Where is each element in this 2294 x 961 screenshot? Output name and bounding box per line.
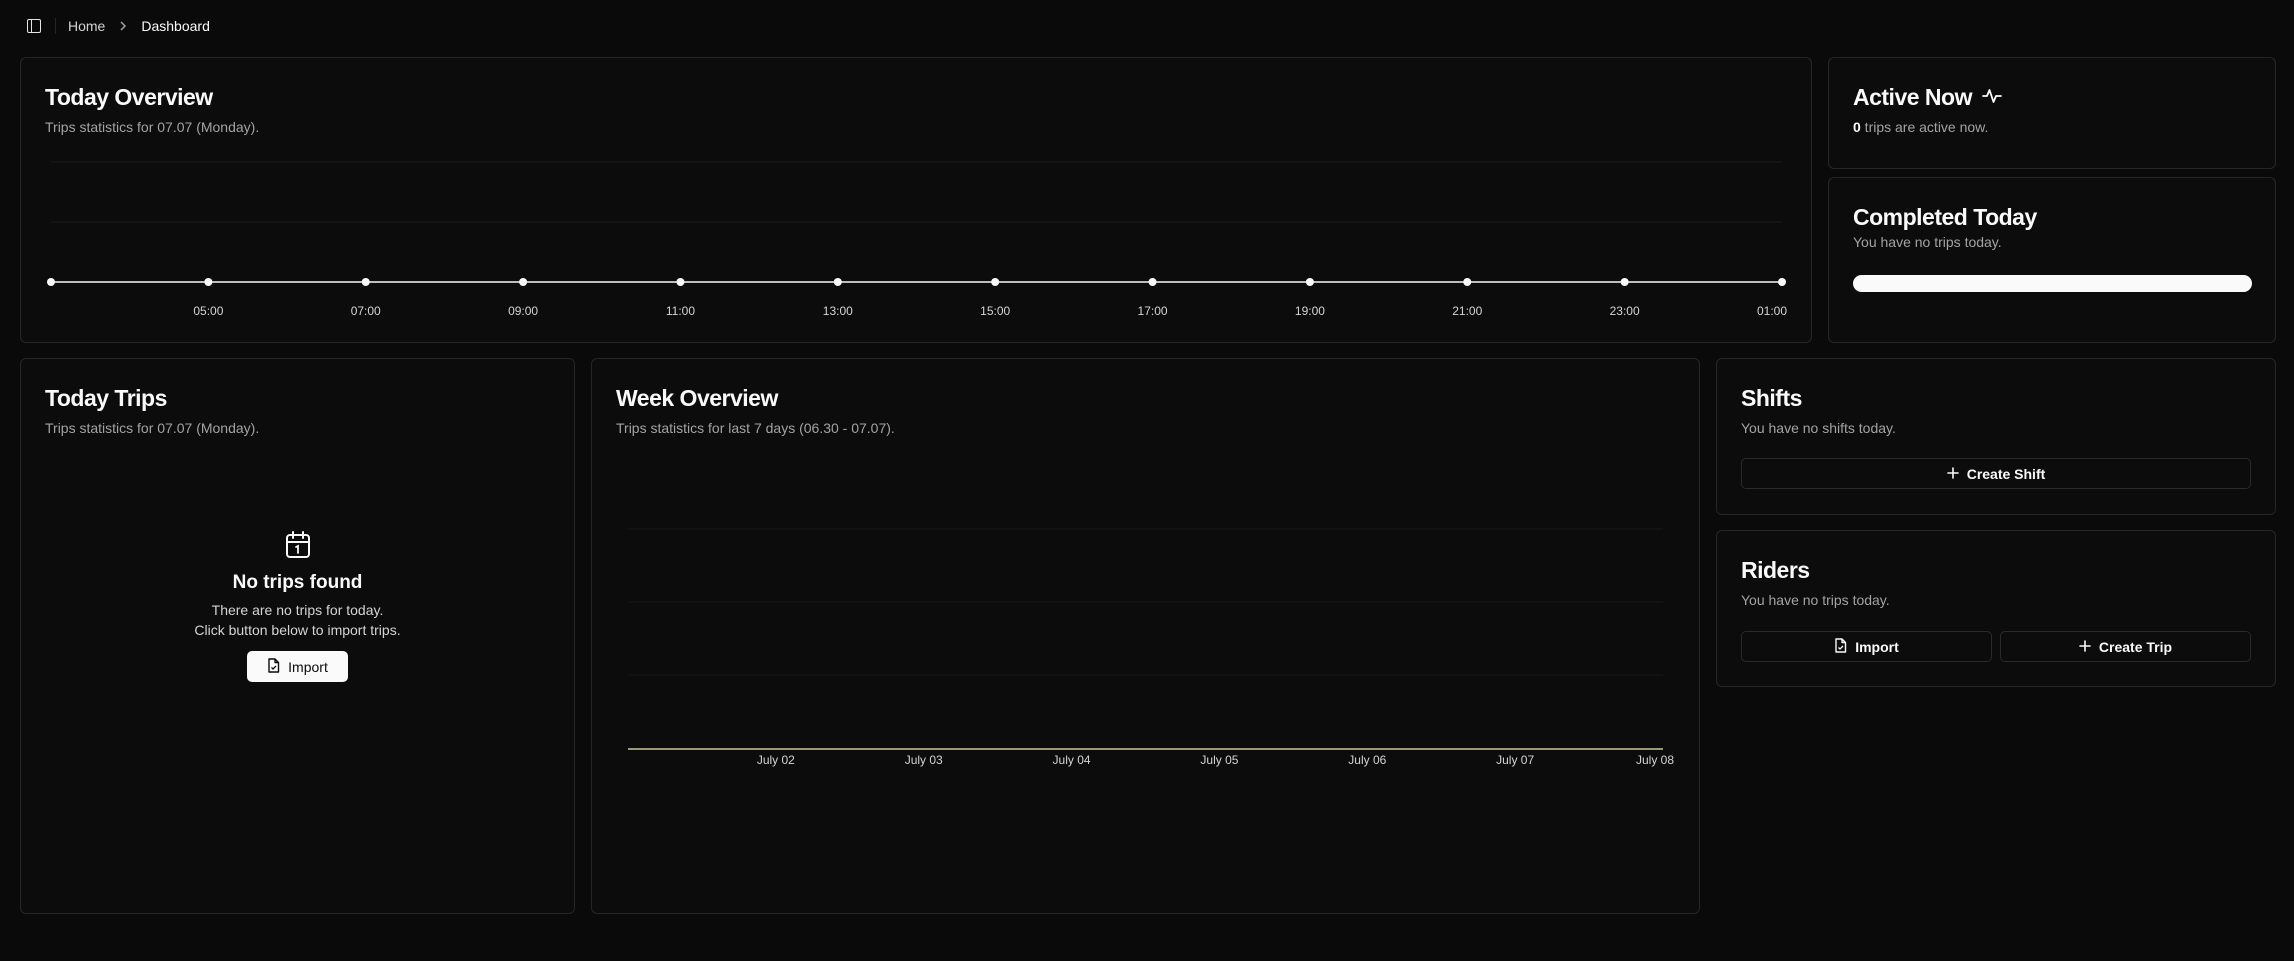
data-point bbox=[676, 278, 685, 286]
chevron-right-icon bbox=[119, 21, 127, 31]
data-point bbox=[833, 278, 842, 286]
empty-title: No trips found bbox=[232, 572, 363, 593]
empty-line-1: There are no trips for today. bbox=[211, 602, 384, 618]
data-point bbox=[204, 278, 213, 286]
shifts-title: Shifts bbox=[1741, 385, 1802, 411]
empty-line-2: Click button below to import trips. bbox=[194, 622, 401, 638]
top-bar: Home Dashboard bbox=[0, 0, 2294, 52]
data-point bbox=[1148, 278, 1157, 286]
x-tick-label: July 05 bbox=[1200, 753, 1238, 767]
breadcrumb-home[interactable]: Home bbox=[68, 18, 105, 34]
data-point bbox=[47, 278, 55, 286]
calendar-icon bbox=[285, 531, 311, 564]
riders-subtitle: You have no trips today. bbox=[1741, 592, 1890, 608]
x-tick-label: 19:00 bbox=[1295, 304, 1325, 318]
completed-today-card: Completed Today You have no trips today. bbox=[1828, 177, 2276, 343]
data-point bbox=[991, 278, 1000, 286]
active-now-card: Active Now 0 trips are active now. bbox=[1828, 57, 2276, 169]
today-trips-card: Today Trips Trips statistics for 07.07 (… bbox=[20, 358, 575, 914]
today-overview-chart: 05:00 07:00 09:00 11:00 13:00 15:00 17:00 19:00… bbox=[47, 161, 1787, 318]
today-overview-card: Today Overview Trips statistics for 07.0… bbox=[20, 57, 1812, 343]
active-now-text: 0 trips are active now. bbox=[1853, 119, 1988, 135]
data-point bbox=[361, 278, 370, 286]
completed-today-title: Completed Today bbox=[1853, 204, 2037, 230]
x-tick-label: 01:00 bbox=[1757, 304, 1787, 318]
plus-icon bbox=[1946, 466, 1959, 482]
riders-title: Riders bbox=[1741, 557, 1810, 583]
x-tick-label: 11:00 bbox=[666, 304, 695, 318]
file-icon bbox=[267, 657, 280, 676]
x-tick-label: July 03 bbox=[905, 753, 943, 767]
breadcrumb: Home Dashboard bbox=[68, 18, 210, 34]
shifts-card: Shifts You have no shifts today. Create … bbox=[1716, 358, 2276, 515]
import-label: Import bbox=[288, 658, 328, 675]
data-point bbox=[1463, 278, 1472, 286]
today-trips-subtitle: Trips statistics for 07.07 (Monday). bbox=[45, 420, 260, 436]
active-now-suffix: trips are active now. bbox=[1860, 119, 1989, 135]
active-count: 0 bbox=[1853, 119, 1861, 135]
data-point bbox=[1778, 278, 1786, 286]
create-trip-button[interactable]: Create Trip bbox=[2000, 631, 2251, 662]
file-icon bbox=[1834, 637, 1847, 656]
plus-icon bbox=[2079, 639, 2091, 655]
x-tick-label: July 08 bbox=[1636, 753, 1674, 767]
x-tick-label: 07:00 bbox=[351, 304, 381, 318]
shifts-subtitle: You have no shifts today. bbox=[1741, 420, 1896, 436]
active-now-title-row: Active Now bbox=[1853, 84, 2002, 111]
data-point bbox=[1305, 278, 1314, 286]
data-point bbox=[519, 278, 528, 286]
completed-progress-bar bbox=[1853, 275, 2252, 292]
riders-card: Riders You have no trips today. Import C… bbox=[1716, 530, 2276, 687]
sidebar-toggle-icon[interactable] bbox=[27, 19, 41, 33]
active-now-title: Active Now bbox=[1853, 84, 1972, 110]
riders-import-button[interactable]: Import bbox=[1741, 631, 1992, 662]
x-tick-label: 05:00 bbox=[193, 304, 223, 318]
create-trip-label: Create Trip bbox=[2098, 638, 2173, 655]
x-tick-label: 21:00 bbox=[1452, 304, 1482, 318]
riders-import-label: Import bbox=[1855, 638, 1899, 655]
week-overview-card: Week Overview Trips statistics for last … bbox=[591, 358, 1700, 914]
import-trips-button[interactable]: Import bbox=[247, 651, 348, 682]
x-tick-label: 09:00 bbox=[508, 304, 538, 318]
create-shift-button[interactable]: Create Shift bbox=[1741, 458, 2251, 489]
x-tick-label: July 02 bbox=[757, 753, 795, 767]
x-tick-label: July 04 bbox=[1053, 753, 1091, 767]
breadcrumb-current: Dashboard bbox=[141, 18, 210, 34]
divider bbox=[55, 18, 56, 34]
week-overview-chart: July 02 July 03 July 04 July 05 July 06 July … bbox=[628, 528, 1674, 767]
x-tick-label: July 06 bbox=[1348, 753, 1386, 767]
empty-state: No trips found There are no trips for to… bbox=[21, 531, 574, 640]
x-tick-label: 13:00 bbox=[823, 304, 853, 318]
x-tick-label: 17:00 bbox=[1138, 304, 1168, 318]
x-tick-label: July 07 bbox=[1496, 753, 1534, 767]
x-tick-label: 15:00 bbox=[980, 304, 1010, 318]
today-trips-title: Today Trips bbox=[45, 385, 167, 411]
data-point bbox=[1620, 278, 1629, 286]
create-shift-label: Create Shift bbox=[1966, 465, 2046, 482]
x-tick-label: 23:00 bbox=[1610, 304, 1640, 318]
activity-icon bbox=[1982, 84, 2002, 111]
completed-today-subtitle: You have no trips today. bbox=[1853, 234, 2002, 250]
